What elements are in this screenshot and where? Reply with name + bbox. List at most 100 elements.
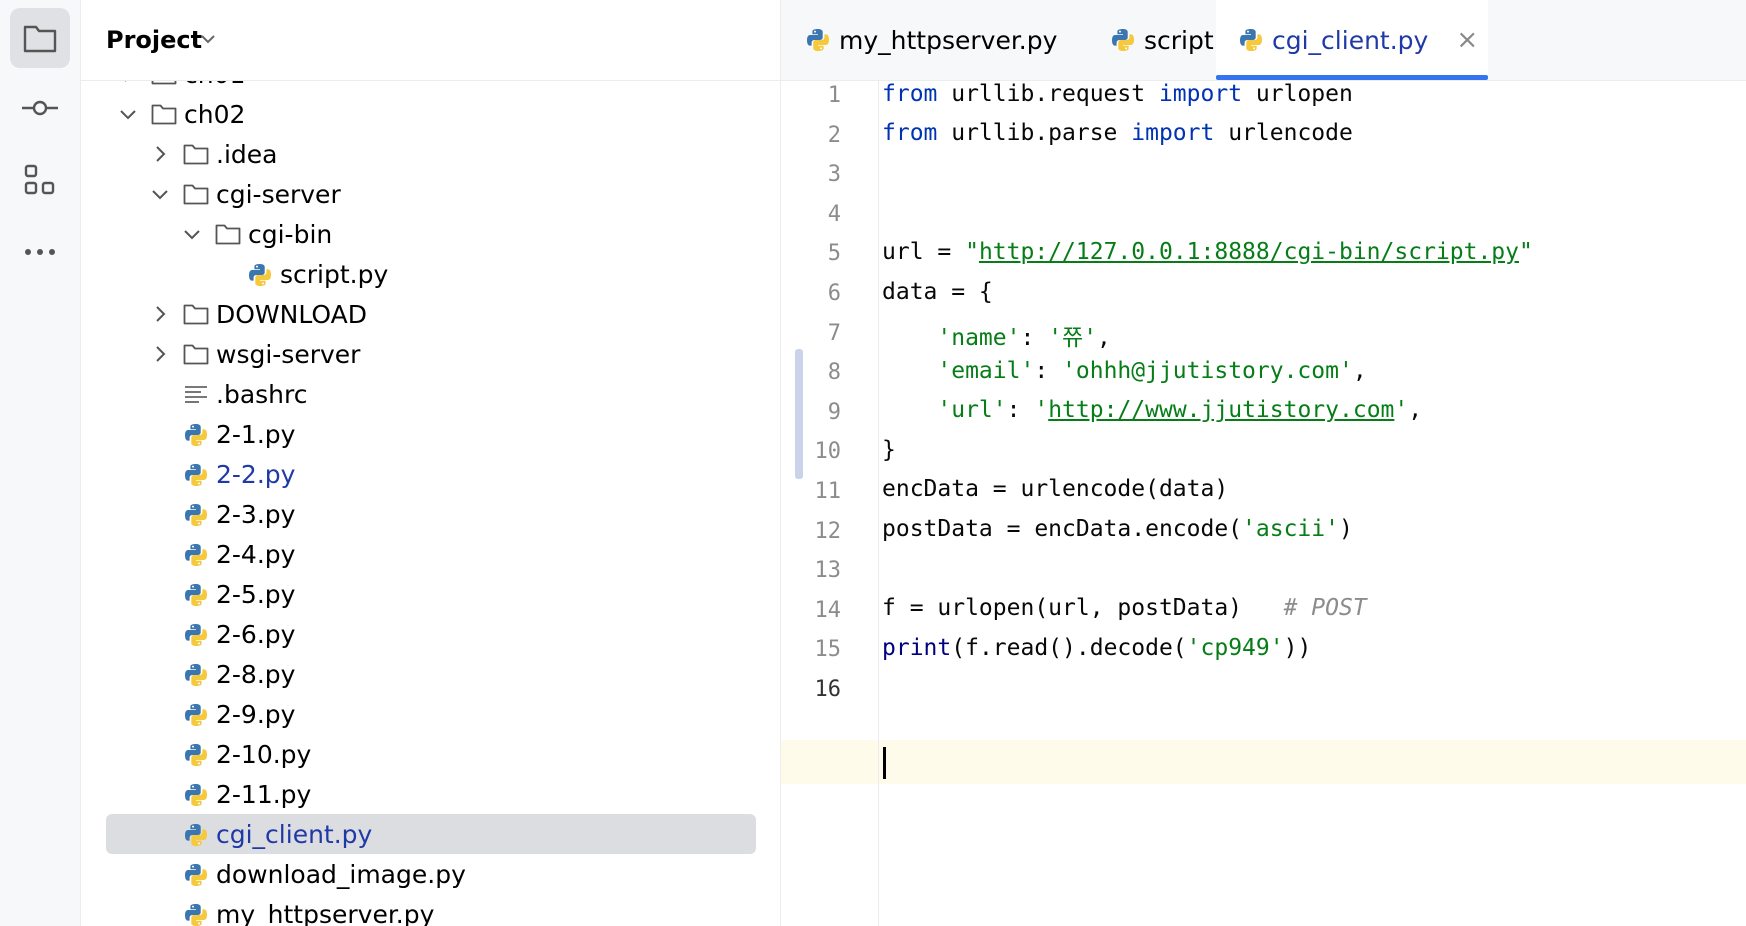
tree-item-label: my_httpserver.py — [216, 900, 435, 926]
chevron-down-icon[interactable] — [182, 224, 202, 244]
line-number[interactable]: 4 — [781, 202, 841, 227]
close-icon[interactable]: × — [1456, 25, 1478, 55]
line-number[interactable]: 2 — [781, 123, 841, 148]
line-number[interactable]: 13 — [781, 558, 842, 583]
code-text: f = urlopen(url, postData) — [882, 595, 1284, 621]
tree-folder-row[interactable]: wsgi-server — [81, 334, 780, 374]
tree-file-row[interactable]: 2-11.py — [81, 774, 780, 814]
string-literal: 'cp949' — [1186, 635, 1284, 661]
tree-item-label: download_image.py — [216, 860, 466, 889]
tree-file-row[interactable]: 2-5.py — [81, 574, 780, 614]
line-number[interactable]: 3 — [781, 162, 841, 187]
more-tools-button[interactable] — [10, 222, 70, 282]
tab-cgi-client[interactable]: cgi_client.py × — [1216, 0, 1488, 80]
python-file-icon — [183, 542, 209, 566]
tree-item-label: 2-1.py — [216, 420, 296, 449]
python-file-icon — [1238, 27, 1264, 53]
tree-item-label: 2-6.py — [216, 620, 296, 649]
line-number[interactable]: 11 — [781, 479, 842, 504]
python-file-icon — [183, 822, 209, 846]
code-text: urllib.request — [937, 81, 1159, 107]
string-quote: ' — [1394, 397, 1409, 423]
tree-file-row[interactable]: 2-6.py — [81, 614, 780, 654]
tab-label: my_httpserver.py — [839, 25, 1058, 55]
tree-item-label: 2-5.py — [216, 580, 296, 609]
tree-item-label: 2-3.py — [216, 500, 296, 529]
folder-icon — [183, 182, 209, 206]
tree-folder-row[interactable]: ch01 — [81, 80, 780, 94]
line-number[interactable]: 16 — [781, 677, 842, 702]
line-number[interactable]: 9 — [781, 400, 841, 425]
python-file-icon — [183, 582, 209, 606]
line-number[interactable]: 12 — [781, 519, 842, 544]
tree-file-row[interactable]: 2-8.py — [81, 654, 780, 694]
python-file-icon — [183, 622, 209, 646]
line-number[interactable]: 1 — [781, 83, 841, 108]
string-quote: ' — [1034, 397, 1049, 423]
chevron-down-icon[interactable] — [150, 184, 170, 204]
code-text: , — [1408, 397, 1423, 423]
tree-folder-row[interactable]: ch02 — [81, 94, 780, 134]
tree-folder-row[interactable]: .idea — [81, 134, 780, 174]
line-number[interactable]: 10 — [781, 439, 842, 464]
url-link[interactable]: http://127.0.0.1:8888/cgi-bin/script.py — [979, 239, 1519, 265]
text-file-icon — [183, 382, 209, 406]
line-number[interactable]: 14 — [781, 598, 842, 623]
chevron-right-icon[interactable] — [150, 304, 170, 324]
python-file-icon — [183, 782, 209, 806]
url-link[interactable]: http://www.jjutistory.com — [1048, 397, 1394, 423]
tab-label: cgi_client.py — [1272, 25, 1429, 55]
code-editor[interactable]: 1 2 3 4 5 6 7 8 9 10 11 12 13 14 15 16 from urllib.requ… — [781, 81, 1746, 926]
line-number[interactable]: 6 — [781, 281, 841, 306]
tree-file-row[interactable]: script.py — [81, 254, 780, 294]
line-number[interactable]: 15 — [781, 637, 842, 662]
code-line-11: encData = urlencode(data) — [882, 476, 1229, 502]
tree-file-row[interactable]: 2-3.py — [81, 494, 780, 534]
tree-folder-row[interactable]: cgi-server — [81, 174, 780, 214]
project-header[interactable]: Project — [81, 0, 780, 81]
python-file-icon — [183, 502, 209, 526]
tree-item-label: .idea — [216, 140, 278, 169]
python-file-icon — [805, 27, 831, 53]
active-tab-indicator — [1216, 75, 1488, 80]
chevron-right-icon[interactable] — [150, 344, 170, 364]
tree-file-row[interactable]: 2-9.py — [81, 694, 780, 734]
code-text: , — [1352, 358, 1367, 384]
tab-my-httpserver[interactable]: my_httpserver.py — [781, 0, 1105, 80]
commit-tool-button[interactable] — [10, 78, 70, 138]
tree-item-label: 2-8.py — [216, 660, 296, 689]
tree-file-row[interactable]: .bashrc — [81, 374, 780, 414]
line-number[interactable]: 5 — [781, 241, 841, 266]
tree-folder-row[interactable]: DOWNLOAD — [81, 294, 780, 334]
tree-item-label: cgi-bin — [248, 220, 333, 249]
chevron-right-icon[interactable] — [150, 144, 170, 164]
python-file-icon — [183, 422, 209, 446]
tree-folder-row[interactable]: cgi-bin — [81, 214, 780, 254]
tree-file-row[interactable]: 2-2.py — [81, 454, 780, 494]
tree-file-row[interactable]: download_image.py — [81, 854, 780, 894]
more-icon — [25, 249, 55, 255]
code-text: : — [1034, 358, 1063, 384]
tree-file-row[interactable]: cgi_client.py — [81, 814, 780, 854]
chevron-down-icon[interactable] — [118, 104, 138, 124]
line-number[interactable]: 8 — [781, 360, 841, 385]
current-line-highlight — [781, 740, 1746, 784]
editor-tabs: my_httpserver.py script.py cgi_client.py… — [781, 0, 1746, 81]
tree-file-row[interactable]: my_httpserver.py — [81, 894, 780, 926]
chevron-down-icon[interactable] — [199, 30, 217, 48]
code-line-5: url = "http://127.0.0.1:8888/cgi-bin/scr… — [882, 239, 1533, 265]
python-file-icon — [1110, 27, 1136, 53]
code-line-12: postData = encData.encode('ascii') — [882, 516, 1353, 542]
tree-item-label: ch02 — [184, 100, 246, 129]
tree-file-row[interactable]: 2-1.py — [81, 414, 780, 454]
tree-item-label: cgi_client.py — [216, 820, 373, 849]
line-number[interactable]: 7 — [781, 321, 841, 346]
tree-file-row[interactable]: 2-10.py — [81, 734, 780, 774]
code-line-2: from urllib.parse import urlencode — [882, 120, 1353, 146]
builtin: print — [882, 635, 952, 661]
project-tool-button[interactable] — [10, 8, 70, 68]
tree-item-label: 2-10.py — [216, 740, 312, 769]
tree-file-row[interactable]: 2-4.py — [81, 534, 780, 574]
structure-tool-button[interactable] — [10, 150, 70, 210]
